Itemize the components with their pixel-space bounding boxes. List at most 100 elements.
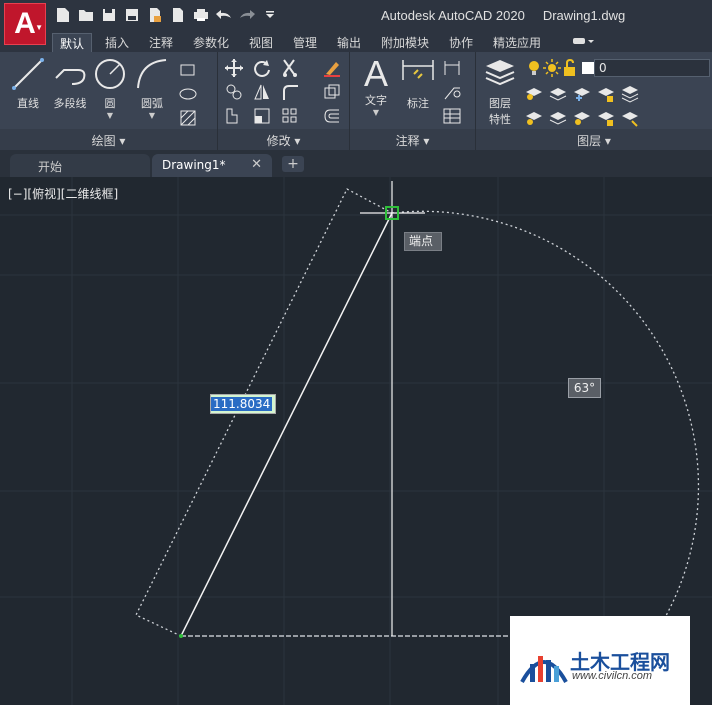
annotation-panel: A 文字 ▼ 标注 注释 ▾ bbox=[350, 52, 476, 150]
layers-panel: 图层 特性 0 图层 ▾ bbox=[476, 52, 712, 150]
start-tab[interactable]: 开始 bbox=[10, 154, 150, 177]
civilcn-logo-icon bbox=[520, 656, 568, 683]
polyline-tool-button[interactable]: 多段线 bbox=[48, 56, 92, 111]
layer-stack-icon bbox=[485, 60, 515, 86]
ribbon-panel: 直线 多段线 圆 ▼ 圆弧 ▼ 绘图 ▾ 修改 ▾ A 文字 ▼ 标注 注释 ▾… bbox=[0, 52, 712, 150]
modify-panel-label[interactable]: 修改 ▾ bbox=[218, 132, 349, 149]
save-icon[interactable] bbox=[100, 6, 118, 24]
redo-icon[interactable] bbox=[238, 6, 256, 24]
undo-icon[interactable] bbox=[215, 6, 233, 24]
modify-panel: 修改 ▾ bbox=[218, 52, 350, 150]
layer-current-icon[interactable] bbox=[524, 108, 544, 128]
move-icon[interactable] bbox=[224, 58, 244, 78]
layer-dropdown[interactable]: 0 bbox=[594, 59, 710, 77]
copy-icon[interactable] bbox=[224, 82, 244, 102]
tab-parametric[interactable]: 参数化 bbox=[188, 33, 234, 52]
explode-icon[interactable] bbox=[322, 82, 342, 102]
osnap-endpoint-tooltip: 端点 bbox=[404, 232, 442, 251]
length-value: 111.8034 bbox=[211, 397, 273, 411]
chevron-down-icon: ▼ bbox=[35, 23, 43, 32]
layer-match-icon[interactable] bbox=[620, 84, 640, 104]
chevron-down-icon[interactable]: ▼ bbox=[92, 111, 128, 120]
drawn-line[interactable] bbox=[180, 212, 393, 637]
save-as-icon[interactable] bbox=[123, 6, 141, 24]
layer-properties-button[interactable]: 图层 特性 bbox=[480, 56, 520, 127]
plot-icon[interactable] bbox=[192, 6, 210, 24]
offset-icon[interactable] bbox=[322, 106, 342, 126]
tab-output[interactable]: 输出 bbox=[332, 33, 366, 52]
rotate-icon[interactable] bbox=[252, 58, 272, 78]
layer-isolate-icon[interactable] bbox=[548, 84, 568, 104]
layer-properties-label-2: 特性 bbox=[489, 113, 511, 126]
chevron-down-icon[interactable]: ▼ bbox=[356, 108, 396, 117]
table-icon[interactable] bbox=[442, 106, 462, 126]
new-file-icon[interactable] bbox=[54, 6, 72, 24]
hatch-icon[interactable] bbox=[178, 108, 198, 128]
application-menu-button[interactable]: A ▼ bbox=[4, 3, 46, 45]
watermark: 土木工程网 www.civilcn.com bbox=[510, 616, 690, 705]
polyline-icon bbox=[55, 69, 86, 85]
erase-icon[interactable] bbox=[322, 58, 342, 78]
tab-view[interactable]: 视图 bbox=[244, 33, 278, 52]
chevron-down-icon[interactable]: ▼ bbox=[132, 111, 172, 120]
draw-panel: 直线 多段线 圆 ▼ 圆弧 ▼ 绘图 ▾ bbox=[0, 52, 218, 150]
layer-thaw-all-icon[interactable] bbox=[572, 108, 592, 128]
tab-featured-apps[interactable]: 精选应用 bbox=[488, 33, 546, 52]
leader-icon[interactable] bbox=[442, 82, 462, 102]
text-label: 文字 bbox=[365, 94, 387, 107]
export-icon[interactable] bbox=[146, 6, 164, 24]
line-label: 直线 bbox=[17, 97, 39, 110]
layers-panel-label[interactable]: 图层 ▾ bbox=[476, 132, 712, 149]
window-title: Autodesk AutoCAD 2020 Drawing1.dwg bbox=[381, 8, 625, 23]
length-dynamic-input[interactable]: 111.8034 bbox=[210, 394, 276, 414]
stretch-icon[interactable] bbox=[224, 106, 244, 126]
publish-icon[interactable] bbox=[169, 6, 187, 24]
arc-tool-button[interactable]: 圆弧 ▼ bbox=[132, 56, 172, 120]
draw-panel-label[interactable]: 绘图 ▾ bbox=[0, 132, 217, 149]
layer-walk-icon[interactable] bbox=[620, 108, 640, 128]
dimension-label: 标注 bbox=[407, 97, 429, 110]
trim-icon[interactable] bbox=[280, 58, 300, 78]
rectangle-icon[interactable] bbox=[178, 60, 198, 80]
polyline-label: 多段线 bbox=[53, 97, 87, 110]
viewport-controls[interactable]: [−][俯视][二维线框] bbox=[8, 185, 118, 202]
line-tool-button[interactable]: 直线 bbox=[8, 56, 48, 111]
tab-insert[interactable]: 插入 bbox=[100, 33, 134, 52]
unlock-icon[interactable] bbox=[560, 58, 580, 78]
line-icon bbox=[12, 58, 44, 90]
tab-collaborate[interactable]: 协作 bbox=[444, 33, 478, 52]
tab-home[interactable]: 默认 bbox=[52, 33, 92, 52]
title-bar: Autodesk AutoCAD 2020 Drawing1.dwg bbox=[0, 0, 712, 32]
annotation-panel-label[interactable]: 注释 ▾ bbox=[350, 132, 475, 149]
quick-access-toolbar bbox=[54, 6, 279, 24]
circle-label: 圆 bbox=[104, 97, 116, 110]
angle-tooltip: 63° bbox=[568, 378, 601, 398]
customize-qat-icon[interactable] bbox=[261, 6, 279, 24]
ribbon-minimize-icon[interactable] bbox=[568, 33, 598, 52]
mirror-icon[interactable] bbox=[252, 82, 272, 102]
ellipse-icon[interactable] bbox=[178, 84, 198, 104]
tab-manage[interactable]: 管理 bbox=[288, 33, 322, 52]
watermark-url: www.civilcn.com bbox=[572, 670, 653, 682]
dimension-icon bbox=[402, 60, 434, 80]
bulb-on-icon[interactable] bbox=[524, 58, 544, 78]
scale-icon[interactable] bbox=[252, 106, 272, 126]
array-icon[interactable] bbox=[280, 106, 300, 126]
close-icon[interactable]: ✕ bbox=[251, 157, 262, 172]
layer-unisolate-icon[interactable] bbox=[548, 108, 568, 128]
drawing1-tab[interactable]: Drawing1* ✕ bbox=[152, 154, 272, 177]
layer-unlock-icon[interactable] bbox=[596, 108, 616, 128]
layer-freeze-icon[interactable] bbox=[572, 84, 592, 104]
linear-dimension-icon[interactable] bbox=[442, 58, 462, 78]
sun-thaw-icon[interactable] bbox=[542, 58, 562, 78]
dimension-tool-button[interactable]: 标注 bbox=[398, 56, 438, 111]
fillet-icon[interactable] bbox=[280, 82, 300, 102]
layer-lock-icon[interactable] bbox=[596, 84, 616, 104]
layer-off-icon[interactable] bbox=[524, 84, 544, 104]
open-folder-icon[interactable] bbox=[77, 6, 95, 24]
text-tool-button[interactable]: A 文字 ▼ bbox=[356, 56, 396, 118]
tab-addins[interactable]: 附加模块 bbox=[376, 33, 434, 52]
new-tab-button[interactable]: + bbox=[282, 156, 304, 172]
tab-annotate[interactable]: 注释 bbox=[144, 33, 178, 52]
circle-tool-button[interactable]: 圆 ▼ bbox=[92, 56, 128, 120]
